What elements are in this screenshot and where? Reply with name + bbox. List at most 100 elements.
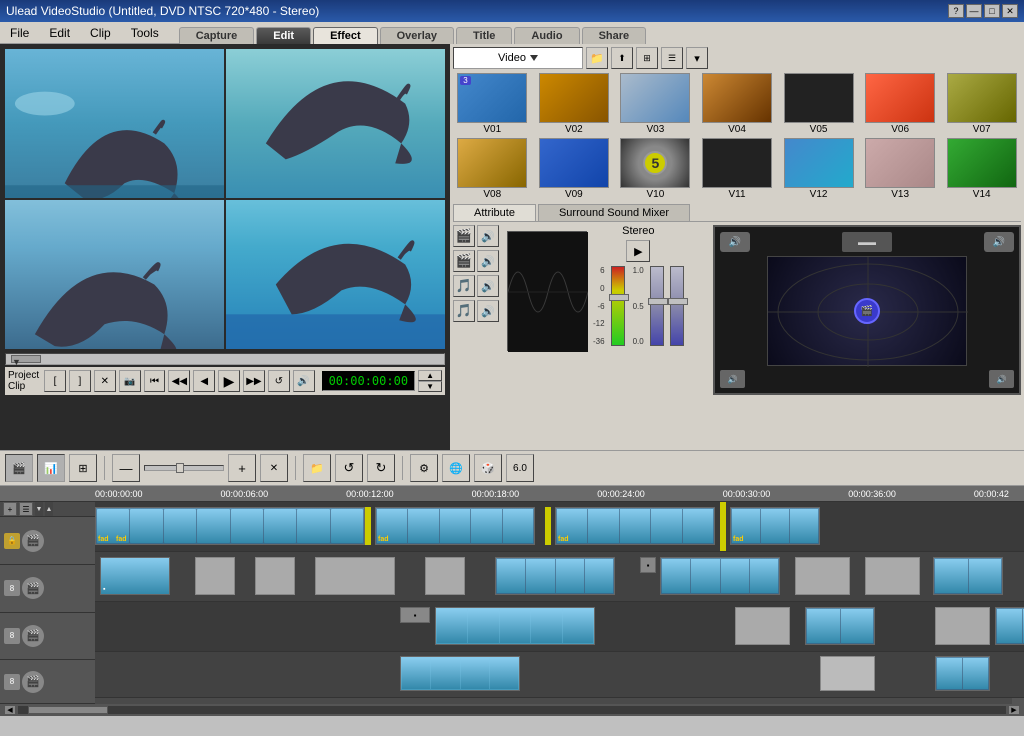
track-lock-video1[interactable]: 🔒 <box>4 533 20 549</box>
preview-scrollbar-thumb[interactable]: ▼ <box>11 355 41 363</box>
clip-video-1[interactable]: fad fad <box>95 507 365 545</box>
preview-scrollbar[interactable]: ▼ <box>5 353 445 365</box>
attr-icon-audio-sound[interactable]: 🔊 <box>477 300 499 322</box>
btn-timeline-scroll-right[interactable]: ▶ <box>1008 705 1020 715</box>
btn-import[interactable]: ⬆ <box>611 47 633 69</box>
speaker-center[interactable]: ▬▬ <box>842 232 892 252</box>
clip-video-4[interactable]: fad <box>730 507 820 545</box>
btn-list-view[interactable]: ☰ <box>661 47 683 69</box>
btn-snapshot[interactable]: 📷 <box>119 370 141 392</box>
fader-right[interactable] <box>650 266 664 356</box>
clip-overlay2-3[interactable] <box>805 607 875 645</box>
thumb-v01[interactable]: 3 V01 <box>453 73 532 135</box>
clip-overlay1-3[interactable] <box>255 557 295 595</box>
attr-icon-overlay[interactable]: 🎬 <box>453 250 475 272</box>
clip-audio-2[interactable] <box>820 656 875 691</box>
btn-track-options[interactable]: ☰ <box>19 502 33 516</box>
menu-tools[interactable]: Tools <box>121 24 169 42</box>
attr-icon-audio-music[interactable]: 🔊 <box>477 275 499 297</box>
thumb-v13[interactable]: V13 <box>861 138 940 200</box>
zoom-slider[interactable] <box>144 465 224 471</box>
btn-folder[interactable]: 📁 <box>586 47 608 69</box>
btn-volume[interactable]: 🔊 <box>293 370 315 392</box>
fader-left[interactable] <box>611 266 625 356</box>
clip-overlay1-7[interactable] <box>660 557 780 595</box>
btn-tb-audio-mix[interactable]: ⊞ <box>69 454 97 482</box>
clip-overlay1-1[interactable]: ▪ <box>100 557 170 595</box>
close-button[interactable]: ✕ <box>1002 4 1018 18</box>
clip-overlay1-4[interactable] <box>315 557 395 595</box>
clip-audio-1[interactable] <box>400 656 520 691</box>
clip-video-3[interactable]: fad <box>555 507 715 545</box>
thumb-v11[interactable]: V11 <box>698 138 777 200</box>
btn-tb-capture[interactable]: 🌐 <box>442 454 470 482</box>
tab-title[interactable]: Title <box>456 27 512 44</box>
zoom-slider-thumb[interactable] <box>176 463 184 473</box>
speaker-icon-br[interactable]: 🔊 <box>989 370 1014 388</box>
btn-timecode-down[interactable]: ▼ <box>418 381 442 392</box>
btn-rewind-start[interactable]: ⏮ <box>144 370 166 392</box>
surround-center-puck[interactable]: 🎬 <box>854 298 880 324</box>
audio-play-btn[interactable]: ▶ <box>626 240 650 262</box>
attr-icon-audio-overlay[interactable]: 🔊 <box>477 250 499 272</box>
tab-effect[interactable]: Effect <box>313 27 378 44</box>
help-button[interactable]: ? <box>948 4 964 18</box>
tab-share[interactable]: Share <box>582 27 647 44</box>
btn-repeat[interactable]: ↺ <box>268 370 290 392</box>
btn-tb-insert-media[interactable]: 📁 <box>303 454 331 482</box>
track-lock-overlay2[interactable]: 8 <box>4 628 20 644</box>
thumb-v02[interactable]: V02 <box>535 73 614 135</box>
library-dropdown[interactable]: Video <box>453 47 583 69</box>
clip-overlay2-1[interactable] <box>435 607 595 645</box>
btn-tb-undo[interactable]: ↺ <box>335 454 363 482</box>
btn-tb-redo[interactable]: ↻ <box>367 454 395 482</box>
thumb-v10[interactable]: 5 V10 <box>616 138 695 200</box>
clip-overlay1-9[interactable] <box>865 557 920 595</box>
btn-bracket-left[interactable]: [ <box>44 370 66 392</box>
timeline-scroll-track[interactable] <box>18 706 1006 714</box>
btn-tb-volume[interactable]: 6.0 <box>506 454 534 482</box>
thumb-v08[interactable]: V08 <box>453 138 532 200</box>
attr-icon-music[interactable]: 🎵 <box>453 275 475 297</box>
clip-audio-3[interactable] <box>935 656 990 691</box>
btn-tb-timeline[interactable]: 📊 <box>37 454 65 482</box>
thumb-v09[interactable]: V09 <box>535 138 614 200</box>
fader-r2-thumb[interactable] <box>668 298 688 305</box>
btn-prev-frame[interactable]: ◀◀ <box>168 370 190 392</box>
btn-next-frame[interactable]: ▶▶ <box>243 370 265 392</box>
btn-timecode-up[interactable]: ▲ <box>418 370 442 381</box>
clip-overlay2-2[interactable] <box>735 607 790 645</box>
thumb-v12[interactable]: V12 <box>779 138 858 200</box>
timeline-scroll-thumb[interactable] <box>28 706 108 714</box>
tab-audio[interactable]: Audio <box>514 27 579 44</box>
btn-tb-record[interactable]: ⚙ <box>410 454 438 482</box>
btn-delete-clip[interactable]: ✕ <box>94 370 116 392</box>
clip-video-2[interactable]: fad <box>375 507 535 545</box>
fader-r2[interactable] <box>670 266 684 356</box>
fader-left-thumb[interactable] <box>609 294 629 301</box>
btn-grid-view[interactable]: ⊞ <box>636 47 658 69</box>
speaker-icon-right[interactable]: 🔊 <box>984 232 1014 252</box>
attr-icon-audio-video[interactable]: 🔊 <box>477 225 499 247</box>
btn-back-frame[interactable]: ◀ <box>193 370 215 392</box>
btn-tb-zoom-in[interactable]: + <box>228 454 256 482</box>
tab-edit[interactable]: Edit <box>256 27 311 44</box>
btn-bracket-right[interactable]: ] <box>69 370 91 392</box>
menu-file[interactable]: File <box>0 24 39 42</box>
btn-tb-zoom-out[interactable]: — <box>112 454 140 482</box>
btn-more-options[interactable]: ▾ <box>686 47 708 69</box>
tab-surround[interactable]: Surround Sound Mixer <box>538 204 690 221</box>
btn-add-track[interactable]: + <box>3 502 17 516</box>
menu-clip[interactable]: Clip <box>80 24 121 42</box>
speaker-icon-bl[interactable]: 🔊 <box>720 370 745 388</box>
thumb-v05[interactable]: V05 <box>779 73 858 135</box>
clip-overlay1-8[interactable] <box>795 557 850 595</box>
thumb-v14[interactable]: V14 <box>942 138 1021 200</box>
clip-overlay2-5[interactable] <box>995 607 1024 645</box>
minimize-button[interactable]: — <box>966 4 982 18</box>
fader-right-thumb[interactable] <box>648 298 668 305</box>
track-lock-audio1[interactable]: 8 <box>4 674 20 690</box>
clip-overlay2-4[interactable] <box>935 607 990 645</box>
tab-overlay[interactable]: Overlay <box>380 27 454 44</box>
maximize-button[interactable]: □ <box>984 4 1000 18</box>
